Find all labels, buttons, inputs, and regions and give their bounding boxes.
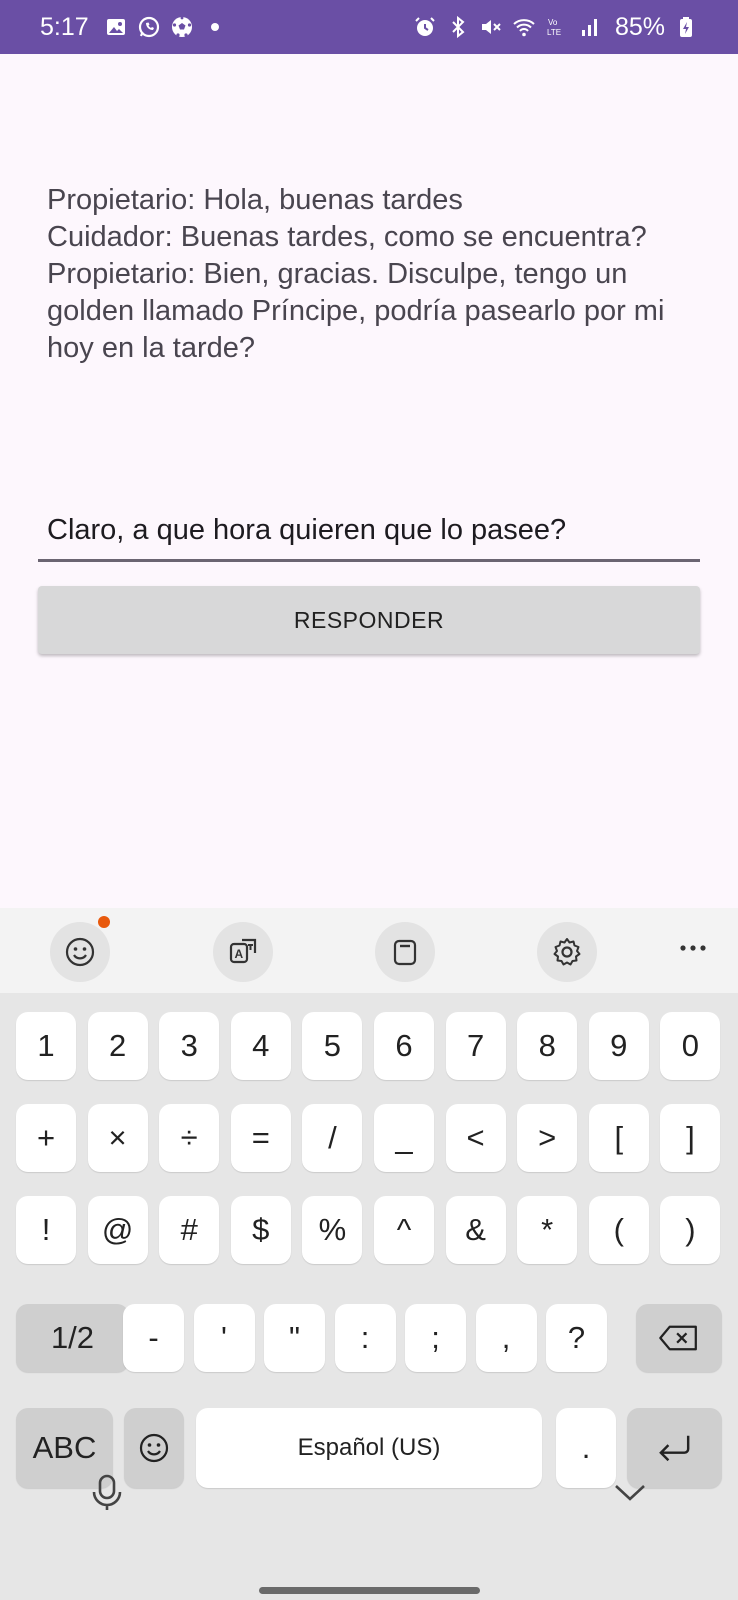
key-1-6[interactable]: 7 [445,1012,506,1080]
mute-icon [479,15,503,39]
key-3-5[interactable]: ^ [374,1196,434,1264]
backspace-key[interactable] [636,1304,722,1372]
key-1-8[interactable]: 9 [588,1012,649,1080]
status-bar: 5:17 Vo LTE 85% [0,0,738,54]
key-4-3[interactable]: : [334,1304,396,1372]
dot-icon [203,15,227,39]
reply-field[interactable] [38,502,700,562]
key-3-0[interactable]: ! [16,1196,76,1264]
bluetooth-icon [446,15,470,39]
key-1-5[interactable]: 6 [374,1012,434,1080]
key-3-9[interactable]: ) [660,1196,721,1264]
key-1-0[interactable]: 1 [16,1012,76,1080]
key-2-3[interactable]: = [230,1104,291,1172]
key-2-4[interactable]: / [302,1104,363,1172]
key-4-6[interactable]: ? [546,1304,607,1372]
gallery-icon [104,15,128,39]
key-3-7[interactable]: * [517,1196,578,1264]
key-3-8[interactable]: ( [588,1196,649,1264]
clipboard-icon[interactable] [375,922,435,982]
translate-icon[interactable]: A [213,922,273,982]
key-1-1[interactable]: 2 [87,1012,148,1080]
status-right: Vo LTE 85% [413,13,698,42]
volte-icon: Vo LTE [545,15,569,39]
key-3-1[interactable]: @ [87,1196,148,1264]
settings-icon[interactable] [537,922,597,982]
keyboard-toolbar: A [0,908,738,993]
key-2-8[interactable]: [ [588,1104,649,1172]
key-2-5[interactable]: _ [374,1104,434,1172]
key-3-3[interactable]: $ [230,1196,291,1264]
space-key[interactable]: Español (US) [196,1408,542,1488]
microphone-icon[interactable] [85,1470,129,1514]
svg-text:Vo: Vo [548,18,558,27]
soccer-ball-icon [170,15,194,39]
key-4-0[interactable]: - [123,1304,184,1372]
whatsapp-icon [137,15,161,39]
enter-icon [658,1435,689,1462]
status-left: 5:17 [40,13,227,42]
key-3-2[interactable]: # [159,1196,220,1264]
key-2-7[interactable]: > [517,1104,578,1172]
key-4-2[interactable]: " [264,1304,325,1372]
key-1-3[interactable]: 4 [230,1012,291,1080]
chevron-down-icon[interactable] [608,1470,652,1514]
status-time: 5:17 [40,12,89,41]
alarm-icon [413,15,437,39]
backspace-icon [659,1325,697,1351]
key-4-4[interactable]: ; [405,1304,466,1372]
conversation-text: Propietario: Hola, buenas tardes Cuidado… [47,184,665,364]
emoji-icon[interactable] [50,922,110,982]
key-3-4[interactable]: % [302,1196,363,1264]
key-4-5[interactable]: , [475,1304,537,1372]
key-2-0[interactable]: + [16,1104,76,1172]
key-2-9[interactable]: ] [660,1104,721,1172]
signal-icon [578,15,602,39]
home-indicator[interactable] [259,1587,480,1594]
key-1-2[interactable]: 3 [159,1012,220,1080]
wifi-icon [512,15,536,39]
respond-button[interactable]: RESPONDER [38,586,700,654]
more-icon[interactable] [673,928,713,968]
key-2-2[interactable]: ÷ [159,1104,220,1172]
svg-text:LTE: LTE [547,28,561,37]
key-2-6[interactable]: < [445,1104,506,1172]
key-1-9[interactable]: 0 [660,1012,721,1080]
key-1-7[interactable]: 8 [517,1012,578,1080]
battery-charging-icon [674,15,698,39]
shift-key[interactable]: 1/2 [16,1304,129,1372]
reply-input[interactable] [47,514,700,547]
emoji-icon [139,1433,169,1463]
key-4-1[interactable]: ' [193,1304,255,1372]
period-key[interactable]: . [556,1408,616,1488]
notification-dot [98,916,110,928]
key-1-4[interactable]: 5 [302,1012,363,1080]
svg-text:A: A [235,947,244,961]
emoji-key[interactable] [124,1408,184,1488]
battery-level: 85% [614,12,665,41]
key-2-1[interactable]: × [87,1104,148,1172]
key-3-6[interactable]: & [445,1196,506,1264]
